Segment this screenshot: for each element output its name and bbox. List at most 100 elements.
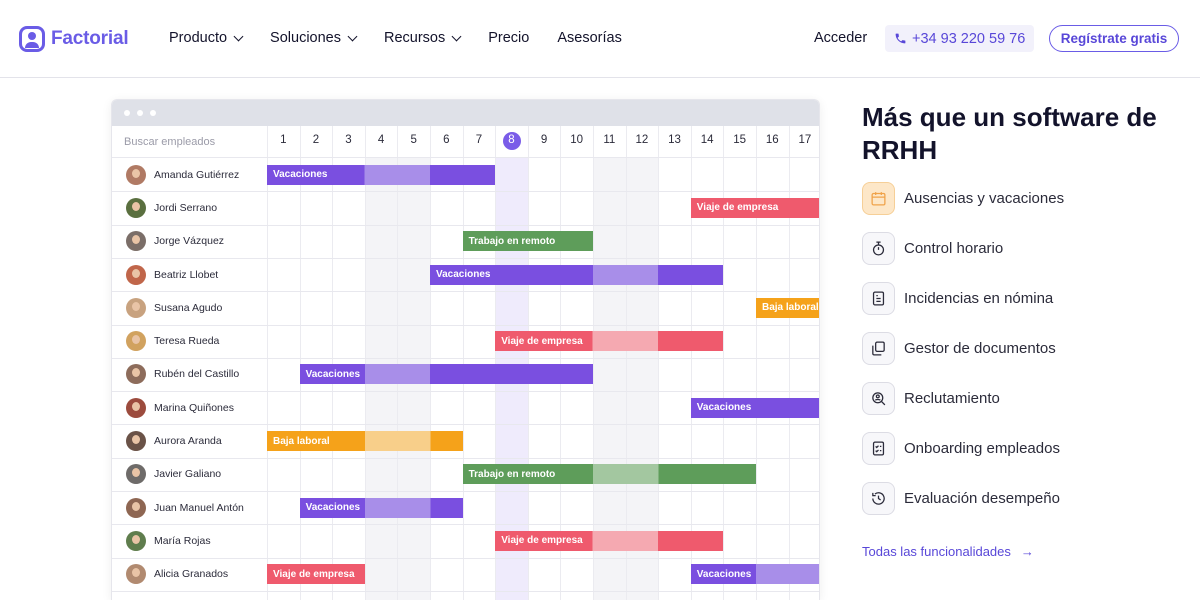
day-number[interactable]: 4: [365, 134, 398, 146]
row-divider: [112, 357, 819, 359]
day-number[interactable]: 11: [593, 134, 626, 146]
phone-button[interactable]: +34 93 220 59 76: [885, 25, 1035, 52]
employee-search-input[interactable]: Buscar empleados: [124, 136, 215, 148]
row-divider: [112, 291, 819, 293]
absence-bar[interactable]: Vacaciones: [430, 264, 724, 285]
employee-row[interactable]: Susana Agudo: [126, 297, 222, 318]
day-number[interactable]: 8: [495, 134, 528, 146]
phone-number: +34 93 220 59 76: [912, 30, 1026, 47]
day-number[interactable]: 6: [430, 134, 463, 146]
employee-row[interactable]: Rubén del Castillo: [126, 364, 240, 385]
day-number[interactable]: 16: [756, 134, 789, 146]
absence-bar[interactable]: Baja laboral: [267, 431, 463, 452]
menu-item-soluciones[interactable]: Soluciones: [270, 30, 358, 46]
absence-bar[interactable]: Viaje de empresa: [267, 564, 365, 585]
grid-line: [267, 126, 268, 600]
day-number[interactable]: 3: [332, 134, 365, 146]
menu-item-producto[interactable]: Producto: [169, 30, 244, 46]
absence-bar[interactable]: Vacaciones: [267, 164, 496, 185]
employee-name: María Rojas: [154, 534, 211, 547]
login-link[interactable]: Acceder: [814, 30, 867, 46]
employee-row[interactable]: Alicia Granados: [126, 564, 229, 585]
section-heading: Más que un software de RRHH: [862, 102, 1157, 165]
feature-item[interactable]: Incidencias en nómina: [862, 282, 1053, 315]
arrow-right-icon: →: [1020, 544, 1034, 559]
register-button[interactable]: Regístrate gratis: [1049, 25, 1179, 52]
absence-type-label: Baja laboral: [273, 435, 330, 447]
absence-bar[interactable]: Vacaciones: [299, 364, 593, 385]
employee-row[interactable]: Amanda Gutiérrez: [126, 164, 239, 185]
calendar-icon: [862, 182, 895, 215]
absence-type-label: Baja laboral: [762, 302, 819, 314]
avatar: [126, 331, 146, 352]
all-features-link[interactable]: Todas las funcionalidades →: [862, 544, 1034, 559]
menu-item-precio[interactable]: Precio: [488, 30, 529, 46]
absence-type-label: Viaje de empresa: [696, 202, 779, 214]
absence-type-label: Viaje de empresa: [273, 568, 355, 580]
row-divider: [112, 557, 819, 559]
employee-row[interactable]: Marina Quiñones: [126, 397, 234, 418]
feature-item[interactable]: Gestor de documentos: [862, 332, 1056, 365]
menu-item-recursos[interactable]: Recursos: [384, 30, 462, 46]
grid-line: [495, 126, 497, 600]
all-features-label: Todas las funcionalidades: [862, 544, 1011, 559]
feature-item[interactable]: Reclutamiento: [862, 382, 1000, 415]
employee-row[interactable]: Jordi Serrano: [126, 197, 217, 218]
day-number[interactable]: 17: [789, 134, 819, 146]
absence-bar[interactable]: Baja laboral: [756, 297, 819, 318]
calendar-grid: Buscar empleados 1 2 3 4 5 6 7 8 9 10 11 12 13 14 15 16…: [112, 126, 819, 600]
row-divider: [112, 457, 819, 459]
absence-bar[interactable]: Trabajo en remoto: [462, 464, 756, 485]
absence-bar[interactable]: Trabajo en remoto: [462, 231, 593, 252]
day-number[interactable]: 9: [528, 134, 561, 146]
phone-icon: [895, 33, 906, 44]
grid-line: [462, 126, 464, 600]
day-number[interactable]: 5: [397, 134, 430, 146]
day-number[interactable]: 12: [626, 134, 659, 146]
day-number[interactable]: 15: [723, 134, 756, 146]
employee-row[interactable]: Teresa Rueda: [126, 331, 219, 352]
employee-row[interactable]: Javier Galiano: [126, 464, 221, 485]
avatar: [126, 164, 146, 185]
grid-line: [625, 126, 627, 600]
day-number[interactable]: 13: [658, 134, 691, 146]
absence-bar[interactable]: Vacaciones: [690, 397, 819, 418]
employee-row[interactable]: María Rojas: [126, 530, 211, 551]
absence-bar[interactable]: Viaje de empresa: [495, 331, 724, 352]
day-number[interactable]: 10: [560, 134, 593, 146]
feature-item[interactable]: Onboarding empleados: [862, 432, 1060, 465]
feature-item[interactable]: Control horario: [862, 232, 1003, 265]
avatar: [126, 231, 146, 252]
day-number[interactable]: 7: [463, 134, 496, 146]
employee-name: Rubén del Castillo: [154, 368, 240, 381]
absence-bar[interactable]: Viaje de empresa: [690, 197, 819, 218]
menu-item-label: Precio: [488, 30, 530, 46]
employee-row[interactable]: Beatriz Llobet: [126, 264, 218, 285]
absence-bar[interactable]: Viaje de empresa: [495, 530, 724, 551]
absence-type-label: Trabajo en remoto: [468, 235, 556, 247]
absence-type-label: Vacaciones: [305, 368, 361, 380]
feature-label: Evaluación desempeño: [904, 490, 1060, 507]
employee-row[interactable]: Aurora Aranda: [126, 431, 222, 452]
factorial-logo[interactable]: Factorial: [19, 26, 129, 52]
avatar: [126, 364, 146, 385]
row-divider: [112, 191, 819, 193]
menu-item-asesorías[interactable]: Asesorías: [557, 30, 621, 46]
employee-name: Alicia Granados: [154, 568, 229, 581]
window-dot: [124, 110, 130, 116]
absence-bar[interactable]: Vacaciones: [690, 564, 819, 585]
avatar: [126, 297, 146, 318]
employee-row[interactable]: Juan Manuel Antón: [126, 497, 244, 518]
day-number[interactable]: 2: [300, 134, 333, 146]
day-number[interactable]: 1: [267, 134, 300, 146]
avatar: [126, 431, 146, 452]
day-number[interactable]: 14: [691, 134, 724, 146]
absence-type-label: Vacaciones: [696, 402, 752, 414]
performance-icon: [862, 482, 895, 515]
absence-bar[interactable]: Vacaciones: [299, 497, 463, 518]
feature-item[interactable]: Ausencias y vacaciones: [862, 182, 1064, 215]
employee-row[interactable]: Jorge Vázquez: [126, 231, 224, 252]
employee-name: Marina Quiñones: [154, 401, 234, 414]
feature-item[interactable]: Evaluación desempeño: [862, 482, 1060, 515]
window-dot: [137, 110, 143, 116]
